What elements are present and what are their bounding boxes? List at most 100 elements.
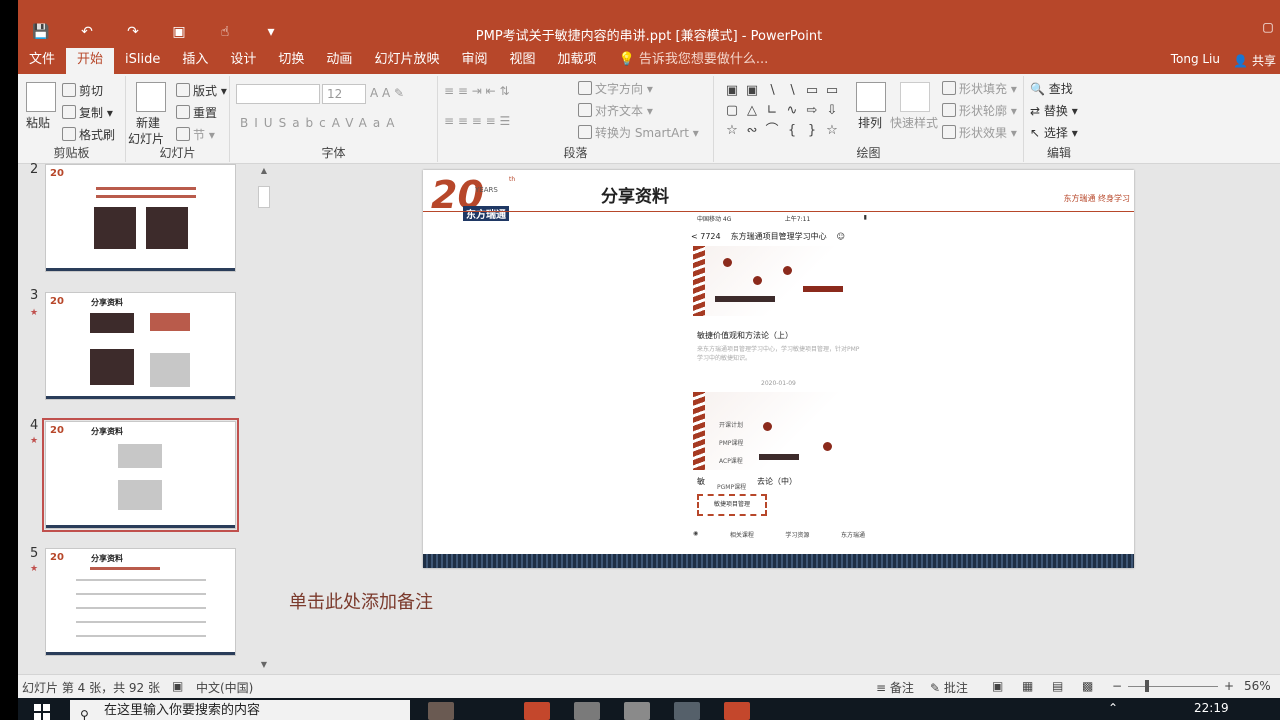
taskbar-app-icon[interactable] — [674, 702, 700, 720]
shape-fill-button[interactable]: 形状填充 ▾ — [942, 80, 1017, 97]
replace-button[interactable]: ⇄ 替换 ▾ — [1030, 102, 1078, 119]
taskbar-app-icon[interactable] — [574, 702, 600, 720]
clock[interactable]: 22:19 — [1194, 701, 1229, 715]
align-buttons[interactable]: ≡ ≡ ≡ ≡ ☰ — [444, 114, 510, 128]
elbow-shape-icon[interactable]: ∟ — [762, 101, 782, 121]
rect-shape-icon[interactable]: ▭ — [802, 81, 822, 101]
arrange-icon[interactable] — [856, 82, 886, 112]
scroll-up-icon[interactable]: ▲ — [256, 166, 272, 175]
ribbon-display-icon[interactable]: ▢ — [1256, 20, 1280, 34]
scroll-down-icon[interactable]: ▼ — [256, 660, 272, 669]
slide-canvas[interactable]: 20 YEARS th 东方瑞通 分享资料 东方瑞通 终身学习 中国移动 4G … — [423, 170, 1134, 568]
spellcheck-icon[interactable]: ▣ — [172, 679, 183, 693]
list-buttons[interactable]: ≡ ≡ ⇥ ⇤ ⇅ — [444, 84, 510, 98]
windows-start-icon[interactable] — [34, 704, 50, 720]
underline-button[interactable]: U — [264, 116, 279, 130]
format-painter-button[interactable]: 格式刷 — [62, 126, 115, 143]
tab-home[interactable]: 开始 — [66, 48, 115, 74]
tab-slideshow[interactable]: 幻灯片放映 — [363, 48, 450, 74]
line-shape-icon[interactable]: ∖ — [762, 81, 782, 101]
taskbar-app-icon[interactable] — [428, 702, 454, 720]
strikethrough-button[interactable]: abc — [292, 116, 332, 130]
change-case-button[interactable]: Aa — [359, 116, 387, 130]
star-shape-icon[interactable]: ☆ — [722, 121, 742, 141]
zoom-out-icon[interactable]: − — [1112, 679, 1122, 693]
char-spacing-button[interactable]: AV — [332, 116, 359, 130]
phone-screenshot-image[interactable]: 中国移动 4G 上午7:11 ▮ < 7724 东方瑞通项目管理学习中心 ☺ 敏… — [691, 214, 873, 550]
zoom-slider-thumb[interactable] — [1145, 680, 1149, 692]
brace-left-shape-icon[interactable]: { — [782, 121, 802, 141]
line2-shape-icon[interactable]: ∖ — [782, 81, 802, 101]
reading-view-icon[interactable]: ▤ — [1052, 679, 1063, 693]
reset-button[interactable]: 重置 — [176, 104, 217, 121]
slide-thumbnail-5[interactable]: 20 分享资料 — [45, 548, 236, 656]
tab-view[interactable]: 视图 — [498, 48, 546, 74]
font-color-button[interactable]: A — [386, 116, 400, 130]
rect2-shape-icon[interactable]: ▭ — [822, 81, 842, 101]
slide-thumbnail-2[interactable]: 20 — [45, 164, 236, 272]
curve-shape-icon[interactable]: ∾ — [742, 121, 762, 141]
tray-chevron-icon[interactable]: ⌃ — [1108, 701, 1118, 715]
taskbar-app-icon[interactable] — [724, 702, 750, 720]
zoom-slider[interactable] — [1128, 686, 1218, 687]
slideshow-view-icon[interactable]: ▩ — [1082, 679, 1093, 693]
slide-title[interactable]: 分享资料 — [601, 182, 669, 207]
slide-thumbnail-3[interactable]: 20 分享资料 — [45, 292, 236, 400]
normal-view-icon[interactable]: ▣ — [992, 679, 1003, 693]
scrollbar-thumb[interactable] — [258, 186, 270, 208]
textbox-shape-icon[interactable]: ▣ — [722, 81, 742, 101]
font-name-field[interactable] — [236, 84, 320, 104]
tab-design[interactable]: 设计 — [219, 48, 267, 74]
language-indicator[interactable]: 中文(中国) — [196, 679, 253, 696]
shapes-gallery[interactable]: ▣ ▣ ∖ ∖ ▭ ▭ ▢ △ ∟ ∿ ⇨ ⇩ ☆ ∾ ⌒{} ☆ — [722, 81, 842, 141]
tab-animations[interactable]: 动画 — [315, 48, 363, 74]
triangle-shape-icon[interactable]: △ — [742, 101, 762, 121]
wechat-app-icon[interactable] — [624, 702, 650, 720]
tab-review[interactable]: 审阅 — [450, 48, 498, 74]
arrow-right-shape-icon[interactable]: ⇨ — [802, 101, 822, 121]
smartart-button[interactable]: 转换为 SmartArt ▾ — [578, 124, 699, 141]
sorter-view-icon[interactable]: ▦ — [1022, 679, 1033, 693]
arrow-down-shape-icon[interactable]: ⇩ — [822, 101, 842, 121]
tab-file[interactable]: 文件 — [18, 48, 66, 74]
user-name[interactable]: Tong Liu — [1171, 52, 1220, 66]
bold-button[interactable]: B — [240, 116, 254, 130]
new-slide-icon[interactable] — [136, 82, 166, 112]
paste-button[interactable]: 粘贴 — [26, 114, 50, 131]
cut-button[interactable]: 剪切 — [62, 82, 103, 99]
rect3-shape-icon[interactable]: ▢ — [722, 101, 742, 121]
notes-placeholder[interactable]: 单击此处添加备注 — [289, 588, 433, 614]
zoom-in-icon[interactable]: + — [1224, 679, 1234, 693]
font-size-field[interactable]: 12 — [322, 84, 366, 104]
shadow-button[interactable]: S — [279, 116, 293, 130]
arc-shape-icon[interactable]: ⌒ — [762, 121, 782, 141]
align-text-button[interactable]: 对齐文本 ▾ — [578, 102, 653, 119]
new-slide-button[interactable]: 新建 — [136, 114, 160, 131]
notes-toggle[interactable]: ≡ 备注 — [876, 679, 914, 696]
textbox-v-shape-icon[interactable]: ▣ — [742, 81, 762, 101]
taskbar-search[interactable]: ⚲ 在这里输入你要搜索的内容 — [70, 700, 410, 720]
comments-toggle[interactable]: ✎ 批注 — [930, 679, 968, 696]
thumbnail-scrollbar[interactable]: ▲ ▼ — [256, 164, 272, 674]
notes-pane[interactable]: 单击此处添加备注 — [273, 574, 1280, 674]
powerpoint-app-icon[interactable] — [524, 702, 550, 720]
section-button[interactable]: 节 ▾ — [176, 126, 215, 143]
tab-insert[interactable]: 插入 — [171, 48, 219, 74]
quick-styles-button[interactable]: 快速样式 — [890, 114, 938, 131]
select-button[interactable]: ↖ 选择 ▾ — [1030, 124, 1078, 141]
zoom-level[interactable]: 56% — [1244, 679, 1271, 693]
shape-effects-button[interactable]: 形状效果 ▾ — [942, 124, 1017, 141]
italic-button[interactable]: I — [254, 116, 264, 130]
find-button[interactable]: 🔍 查找 — [1030, 80, 1073, 97]
star2-shape-icon[interactable]: ☆ — [822, 121, 842, 141]
slide-thumbnail-4[interactable]: 20 分享资料 — [42, 418, 239, 532]
tab-islide[interactable]: iSlide — [114, 48, 171, 74]
text-direction-button[interactable]: 文字方向 ▾ — [578, 80, 653, 97]
tab-addins[interactable]: 加载项 — [546, 48, 607, 74]
font-grow-shrink[interactable]: A A ✎ — [370, 86, 404, 100]
copy-button[interactable]: 复制 ▾ — [62, 104, 113, 121]
connector-shape-icon[interactable]: ∿ — [782, 101, 802, 121]
font-format-buttons[interactable]: BIUSabcAVAaA — [240, 116, 400, 130]
quick-styles-icon[interactable] — [900, 82, 930, 112]
tab-transitions[interactable]: 切换 — [267, 48, 315, 74]
